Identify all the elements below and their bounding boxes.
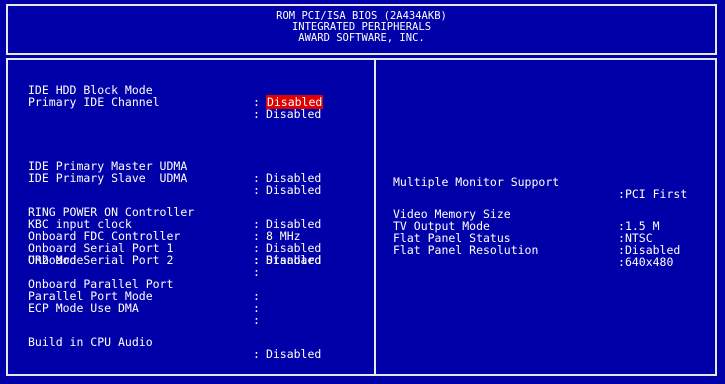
- bios-screen: ROM PCI/ISA BIOS (2A434AKB) INTEGRATED P…: [0, 0, 725, 384]
- separator: :: [253, 313, 260, 327]
- separator: :: [253, 347, 260, 361]
- setting-value[interactable]: 640x480: [625, 255, 673, 269]
- setting-value[interactable]: Standard: [266, 253, 321, 267]
- setting-row-video-memory[interactable]: Video Memory Size :1.5 M: [8, 196, 660, 232]
- settings-panel: IDE HDD Block Mode : Disabled Primary IDE…: [6, 58, 717, 376]
- setting-value[interactable]: Disabled: [266, 107, 321, 121]
- separator: :: [253, 183, 260, 197]
- setting-label: Flat Panel Resolution: [393, 243, 539, 257]
- setting-row-flat-panel-status[interactable]: Flat Panel Status :Disabled: [8, 220, 680, 256]
- setting-value[interactable]: Disabled: [266, 347, 321, 361]
- setting-row-multiple-monitor[interactable]: Multiple Monitor Support :PCI First: [8, 164, 687, 200]
- setting-label: ECP Mode Use DMA: [28, 301, 139, 315]
- setting-row-ide-hdd-block-mode[interactable]: IDE HDD Block Mode : Disabled: [8, 72, 324, 109]
- setting-value[interactable]: PCI First: [625, 187, 687, 201]
- setting-row-cpu-audio[interactable]: Build in CPU Audio : Disabled: [8, 324, 321, 360]
- setting-row-flat-panel-resolution[interactable]: Flat Panel Resolution :640x480: [8, 232, 673, 268]
- separator: :: [253, 265, 260, 279]
- bios-header: ROM PCI/ISA BIOS (2A434AKB) INTEGRATED P…: [6, 4, 717, 55]
- setting-row-ide-primary-master-udma[interactable]: IDE Primary Master UDMA : Disabled: [8, 148, 321, 184]
- setting-label: Build in CPU Audio: [28, 335, 153, 349]
- setting-value[interactable]: Disabled: [266, 183, 321, 197]
- separator: :: [253, 107, 260, 121]
- setting-label: Primary IDE Channel: [28, 95, 160, 109]
- separator: :: [618, 187, 625, 201]
- setting-row-primary-ide-channel[interactable]: Primary IDE Channel : Disabled: [8, 84, 321, 120]
- vendor-name: AWARD SOFTWARE, INC.: [298, 32, 425, 44]
- setting-row-tv-output[interactable]: TV Output Mode :NTSC: [8, 208, 653, 244]
- setting-label: Multiple Monitor Support: [393, 175, 560, 189]
- separator: :: [618, 255, 625, 269]
- setting-row-ecp-dma[interactable]: ECP Mode Use DMA :: [8, 290, 260, 326]
- column-divider: [374, 60, 376, 374]
- setting-label: IDE Primary Slave UDMA: [28, 171, 188, 185]
- separator: :: [253, 253, 260, 267]
